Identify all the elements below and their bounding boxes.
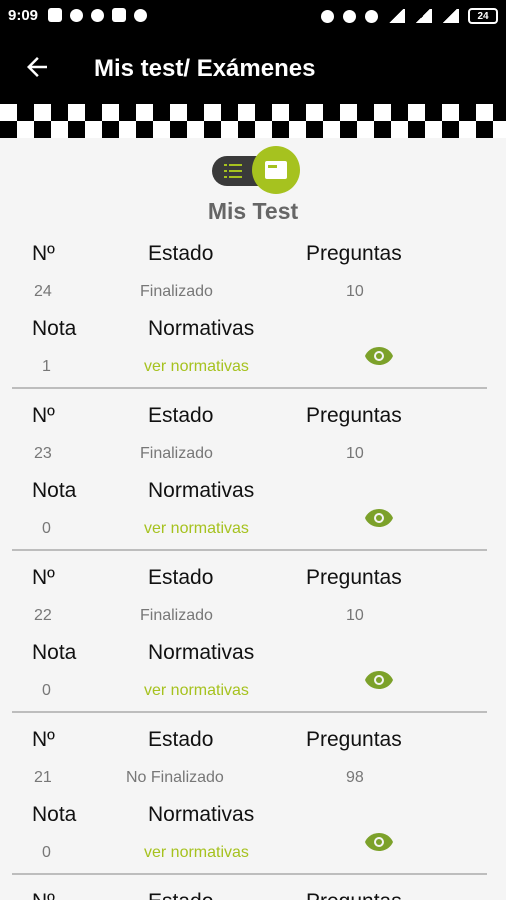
battery-icon: 24 <box>468 8 498 24</box>
num-label: Nº <box>32 404 55 427</box>
normativas-label: Normativas <box>148 641 255 664</box>
whatsapp-icon <box>91 8 104 22</box>
preguntas-value: 98 <box>346 769 364 786</box>
wifi-icon <box>441 9 459 23</box>
app-bar: Mis test/ Exámenes <box>0 34 506 104</box>
num-label: Nº <box>32 890 55 900</box>
preguntas-label: Preguntas <box>306 242 402 265</box>
normativas-label: Normativas <box>148 317 255 340</box>
num-value: 23 <box>34 445 52 462</box>
normativas-label: Normativas <box>148 803 255 826</box>
system-icons: 24 <box>321 8 498 24</box>
num-label: Nº <box>32 566 55 589</box>
alarm-icon <box>343 9 356 23</box>
preguntas-label: Preguntas <box>306 404 402 427</box>
estado-label: Estado <box>148 566 214 589</box>
estado-label: Estado <box>148 728 214 751</box>
estado-value: Finalizado <box>140 445 213 462</box>
nota-value: 0 <box>42 520 51 537</box>
card-icon <box>265 161 287 179</box>
eye-icon[interactable] <box>364 832 394 852</box>
num-label: Nº <box>32 728 55 751</box>
preguntas-label: Preguntas <box>306 890 402 900</box>
card-divider <box>12 387 487 389</box>
notification-icons <box>48 8 147 22</box>
registered-icon <box>365 9 378 23</box>
view-toggle[interactable] <box>212 146 300 194</box>
record-icon <box>70 8 83 22</box>
status-bar: 9:09 24 <box>0 0 506 34</box>
num-value: 24 <box>34 283 52 300</box>
eye-icon[interactable] <box>364 346 394 366</box>
num-label: Nº <box>32 242 55 265</box>
ver-normativas-link[interactable]: ver normativas <box>144 844 249 862</box>
list-icon <box>224 164 242 178</box>
card-divider <box>12 549 487 551</box>
test-card: Nº Estado Preguntas 22 Finalizado 10 Not… <box>0 552 506 714</box>
toggle-knob[interactable] <box>252 146 300 194</box>
photo-icon <box>112 8 126 22</box>
ver-normativas-link[interactable]: ver normativas <box>144 682 249 700</box>
normativas-label: Normativas <box>148 479 255 502</box>
nota-value: 0 <box>42 844 51 861</box>
num-value: 21 <box>34 769 52 786</box>
ver-normativas-link[interactable]: ver normativas <box>144 358 249 376</box>
preguntas-value: 10 <box>346 445 364 462</box>
nota-label: Nota <box>32 803 77 826</box>
estado-label: Estado <box>148 404 214 427</box>
test-card: Nº Estado Preguntas 23 Finalizado 10 Not… <box>0 390 506 552</box>
page-title: Mis test/ Exámenes <box>94 55 316 82</box>
preguntas-label: Preguntas <box>306 566 402 589</box>
record-icon-2 <box>134 8 147 22</box>
eye-icon[interactable] <box>364 508 394 528</box>
nota-label: Nota <box>32 479 77 502</box>
card-divider <box>12 711 487 713</box>
test-card: Nº Estado Preguntas 21 No Finalizado 98 … <box>0 714 506 876</box>
estado-label: Estado <box>148 242 214 265</box>
preguntas-value: 10 <box>346 283 364 300</box>
status-time: 9:09 <box>8 7 39 24</box>
do-not-disturb-icon <box>321 9 334 23</box>
preguntas-label: Preguntas <box>306 728 402 751</box>
signal-icon <box>387 9 405 23</box>
ver-normativas-link[interactable]: ver normativas <box>144 520 249 538</box>
eye-icon[interactable] <box>364 670 394 690</box>
preguntas-value: 10 <box>346 607 364 624</box>
num-value: 22 <box>34 607 52 624</box>
test-card: Nº Estado Preguntas 24 Finalizado 10 Not… <box>0 228 506 390</box>
signal-icon-2 <box>414 9 432 23</box>
card-divider <box>12 873 487 875</box>
estado-value: Finalizado <box>140 607 213 624</box>
nota-value: 0 <box>42 682 51 699</box>
arrow-left-icon[interactable] <box>22 52 52 82</box>
nota-label: Nota <box>32 641 77 664</box>
section-title: Mis Test <box>207 198 299 224</box>
test-card-partial: Nº Estado Preguntas <box>0 876 506 900</box>
youtube-icon <box>48 8 62 22</box>
checkered-banner <box>0 104 506 138</box>
estado-value: No Finalizado <box>126 769 224 786</box>
estado-value: Finalizado <box>140 283 213 300</box>
nota-label: Nota <box>32 317 77 340</box>
estado-label: Estado <box>148 890 213 900</box>
nota-value: 1 <box>42 358 51 375</box>
